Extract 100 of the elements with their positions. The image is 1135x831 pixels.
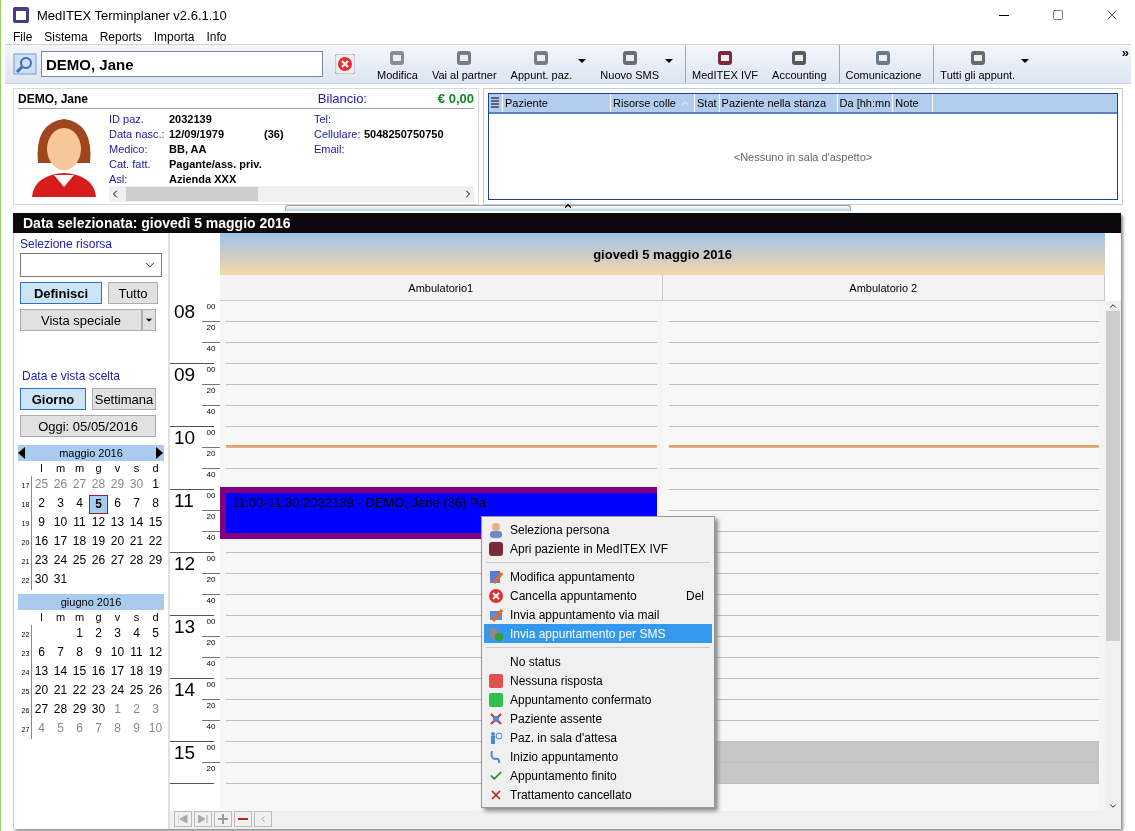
calendar-day[interactable]: 4 [127,625,146,644]
calendar-day[interactable]: 26 [89,552,108,571]
context-menu-item[interactable]: Appuntamento finito [484,766,712,785]
context-menu-item[interactable]: Appuntamento confermato [484,690,712,709]
scroll-down-icon[interactable] [1108,801,1118,811]
special-view-button[interactable]: Vista speciale [20,309,142,331]
splitter-handle[interactable] [285,205,851,211]
calendar-day[interactable]: 20 [108,533,127,552]
toolbar-button[interactable]: Accounting [766,45,833,83]
calendar-day[interactable]: 7 [51,644,70,663]
search-icon[interactable] [11,51,39,77]
calendar-day[interactable]: 27 [108,552,127,571]
calendar-day[interactable]: 31 [51,571,70,590]
calendar-day[interactable]: 1 [146,476,165,495]
calendar-day[interactable]: 18 [127,663,146,682]
context-menu-item[interactable]: Modifica appuntamento [484,567,712,586]
toolbar-button[interactable]: Appunt. paz. [504,45,593,83]
overflow-chevron[interactable]: » [1121,45,1129,60]
calendar-day[interactable]: 19 [146,663,165,682]
calendar-day[interactable]: 2 [127,701,146,720]
context-menu-item[interactable]: No status [484,652,712,671]
clear-icon[interactable] [335,54,355,74]
column-header[interactable]: Da [hh:mn [837,94,894,112]
context-menu-item[interactable]: Invia appuntamento via mail [484,605,712,624]
calendar-day[interactable]: 29 [146,552,165,571]
calendar-day[interactable]: 27 [32,701,51,720]
calendar-day[interactable]: 17 [51,533,70,552]
calendar-day[interactable]: 16 [32,533,51,552]
calendar-day[interactable]: 17 [108,663,127,682]
context-menu-item[interactable]: Trattamento cancellato [484,785,712,804]
all-button[interactable]: Tutto [108,282,158,304]
calendar-day[interactable]: 30 [89,701,108,720]
context-menu-item[interactable]: Inizio appuntamento [484,747,712,766]
calendar-day[interactable]: 30 [127,476,146,495]
calendar-day[interactable]: 4 [32,720,51,739]
calendar-day[interactable]: 15 [146,514,165,533]
column-header[interactable]: Paziente nella stanza [719,94,838,112]
calendar-day[interactable]: 28 [51,701,70,720]
calendar-day[interactable]: 22 [70,682,89,701]
view-tab[interactable]: Settimana [92,388,156,410]
calendar-day[interactable]: 6 [70,720,89,739]
calendar-day[interactable]: 24 [108,682,127,701]
calendar-day[interactable]: 13 [108,514,127,533]
calendar-day[interactable]: 21 [51,682,70,701]
calendar-day[interactable]: 3 [146,701,165,720]
calendar-day[interactable]: 7 [89,720,108,739]
menu-item[interactable]: Importa [147,30,201,44]
toolbar-button[interactable]: Vai al partner [425,45,503,83]
calendar-day[interactable]: 8 [70,644,89,663]
calendar-day[interactable]: 25 [70,552,89,571]
calendar-day[interactable]: 28 [127,552,146,571]
calendar-day[interactable]: 5 [146,625,165,644]
calendar-day[interactable]: 13 [32,663,51,682]
calendar-day[interactable]: 29 [108,476,127,495]
calendar-day[interactable]: 9 [127,720,146,739]
calendar-day[interactable]: 11 [127,644,146,663]
define-button[interactable]: Definisci [20,282,102,304]
calendar-day[interactable]: 26 [146,682,165,701]
toolbar-button[interactable]: Comunicazione [838,45,928,83]
scroll-up-icon[interactable] [1108,301,1118,311]
menu-item[interactable]: Sistema [38,30,94,44]
next-month-icon[interactable] [156,447,164,459]
calendar-day[interactable]: 1 [70,625,89,644]
calendar-day[interactable]: 9 [89,644,108,663]
context-menu-item[interactable]: Nessuna risposta [484,671,712,690]
first-page-icon[interactable] [174,811,192,827]
vertical-scrollbar[interactable] [1105,301,1121,811]
calendar-day[interactable]: 30 [32,571,51,590]
calendar-day[interactable]: 2 [89,625,108,644]
toolbar-button[interactable]: Modifica [371,45,424,83]
calendar-day[interactable]: 10 [146,720,165,739]
calendar-day[interactable]: 10 [51,514,70,533]
calendar-day[interactable]: 12 [89,514,108,533]
calendar-day[interactable]: 6 [108,495,127,514]
calendar-day[interactable]: 16 [89,663,108,682]
calendar-day[interactable]: 3 [108,625,127,644]
view-tab[interactable]: Giorno [20,388,86,410]
calendar-day[interactable]: 1 [108,701,127,720]
calendar-day[interactable]: 21 [127,533,146,552]
calendar-day[interactable]: 8 [146,495,165,514]
context-menu-item[interactable]: Cancella appuntamento Del [484,586,712,605]
column-header[interactable]: Note [893,94,934,112]
context-menu-item[interactable]: Apri paziente in MedITEX IVF [484,539,712,558]
toolbar-button[interactable]: MedITEX IVF [685,45,765,83]
resource-dropdown[interactable] [20,253,162,277]
menu-item[interactable]: Info [200,30,233,44]
calendar-day[interactable]: 24 [51,552,70,571]
toolbar-button[interactable]: Nuovo SMS [594,45,680,83]
calendar-day[interactable]: 12 [146,644,165,663]
last-page-icon[interactable] [194,811,212,827]
add-icon[interactable] [214,811,232,827]
calendar-day[interactable]: 9 [32,514,51,533]
calendar-day[interactable]: 14 [51,663,70,682]
menu-item[interactable]: File [7,30,39,44]
context-menu-item[interactable]: Paziente assente [484,709,712,728]
calendar-day[interactable]: 8 [108,720,127,739]
calendar-day[interactable]: 3 [51,495,70,514]
calendar-day[interactable]: 28 [89,476,108,495]
calendar-day[interactable]: 20 [32,682,51,701]
calendar-day[interactable]: 7 [127,495,146,514]
